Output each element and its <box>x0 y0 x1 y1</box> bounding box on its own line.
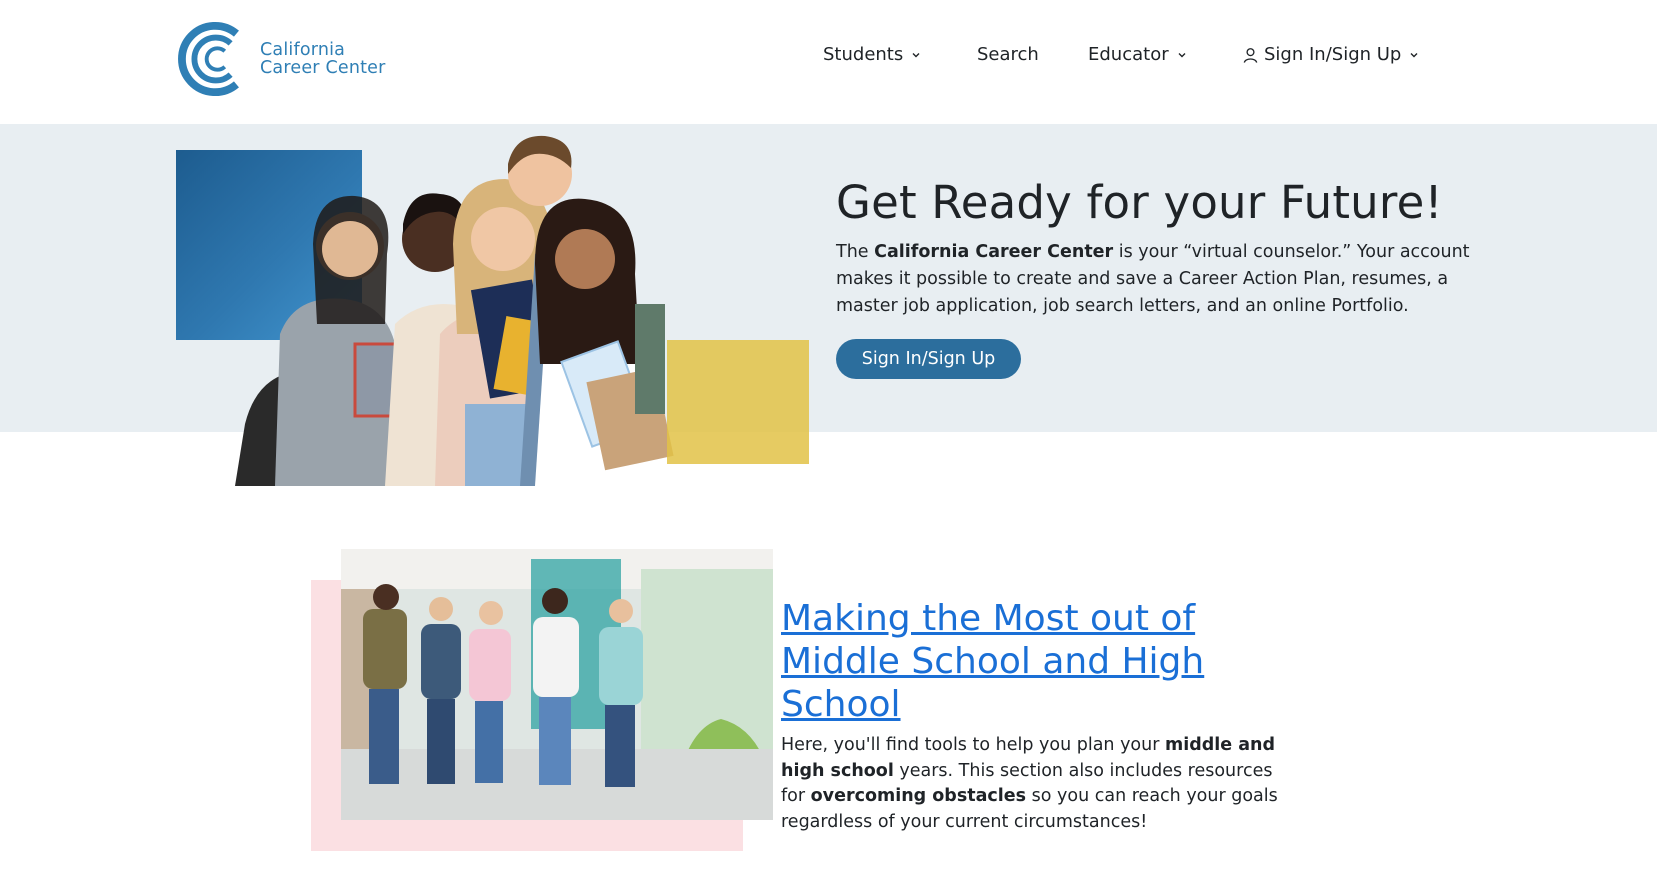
chevron-down-icon <box>1178 52 1186 57</box>
chevron-down-icon <box>1410 52 1418 57</box>
nav-search-label: Search <box>977 44 1039 65</box>
sec-body-bold-2: overcoming obstacles <box>810 786 1027 806</box>
hero-body-pre: The <box>836 242 875 262</box>
students-hallway-photo <box>341 549 773 820</box>
hero-title: Get Ready for your Future! <box>836 176 1443 229</box>
nav-search[interactable]: Search <box>977 44 1039 65</box>
user-icon <box>1243 47 1258 63</box>
nav-students-label: Students <box>823 44 904 65</box>
chevron-down-icon <box>912 52 920 57</box>
hallway-photo-graphic <box>341 549 773 820</box>
nav-sign-in[interactable]: Sign In/Sign Up <box>1242 44 1419 65</box>
sec-body-1: Here, you'll find tools to help you plan… <box>781 735 1165 755</box>
nav-educator-label: Educator <box>1088 44 1169 65</box>
nav-sign-in-label: Sign In/Sign Up <box>1264 44 1402 65</box>
site-header: California Career Center Students Search… <box>0 0 1657 124</box>
nav-educator[interactable]: Educator <box>1088 44 1187 65</box>
nav-students[interactable]: Students <box>823 44 921 65</box>
section-description: Here, you'll find tools to help you plan… <box>781 733 1291 835</box>
sign-in-sign-up-button[interactable]: Sign In/Sign Up <box>836 339 1021 379</box>
hero-gold-accent <box>667 340 809 464</box>
main-nav: Students Search Educator Sign In/Sign Up <box>0 44 1657 72</box>
hero-description: The California Career Center is your “vi… <box>836 239 1476 320</box>
section-title-link[interactable]: Making the Most out of Middle School and… <box>781 597 1261 726</box>
hero-body-bold: California Career Center <box>874 242 1114 262</box>
